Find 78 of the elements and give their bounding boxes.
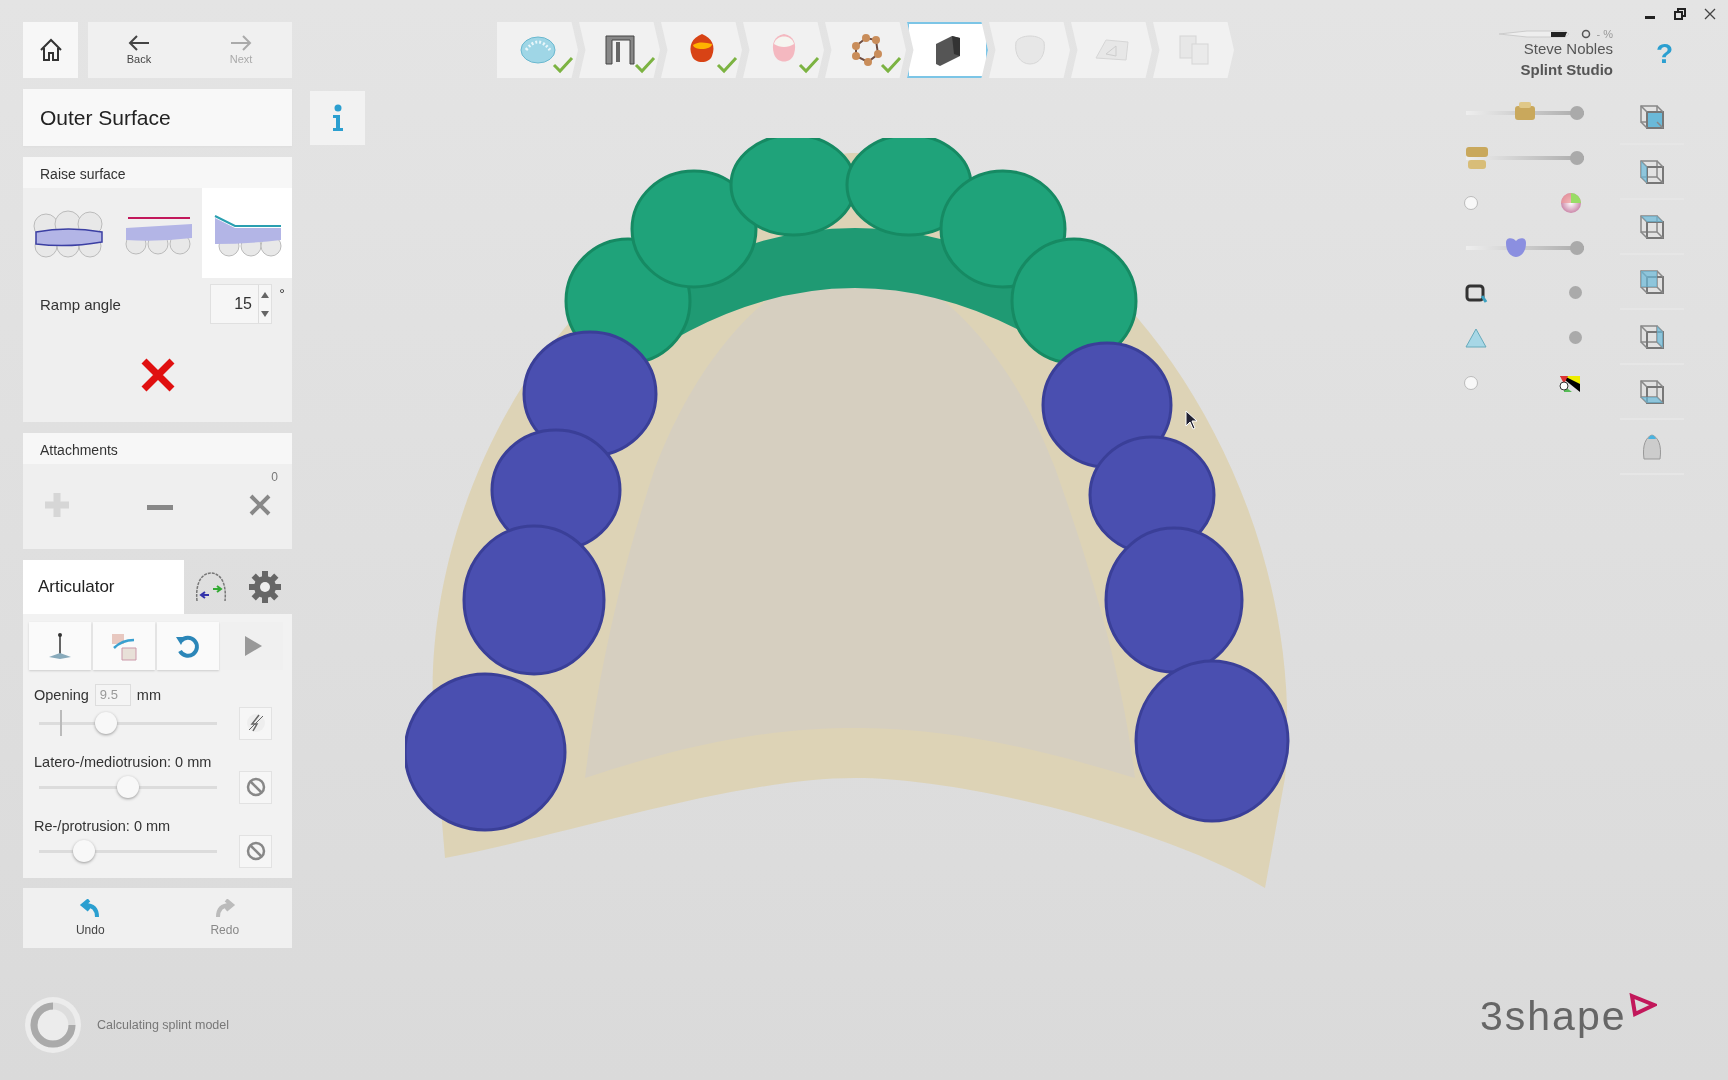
- section-header: Attachments: [23, 433, 292, 464]
- view-cube-icon[interactable]: [1639, 323, 1665, 350]
- mouse-cursor-icon: [1185, 410, 1199, 430]
- panel-title: Outer Surface: [23, 89, 292, 146]
- view-cube-icon[interactable]: [1639, 378, 1665, 405]
- toggle-button[interactable]: [239, 770, 272, 804]
- dot-icon[interactable]: [1569, 331, 1582, 344]
- raise-option[interactable]: [202, 188, 292, 278]
- checkmark-icon: [552, 56, 574, 74]
- slider-label: Re-/protrusion: 0 mm: [34, 818, 171, 834]
- settings-icon[interactable]: [247, 569, 283, 605]
- status-text: Calculating splint model: [97, 1018, 229, 1032]
- user-name: Steve Nobles: [1523, 40, 1613, 57]
- checkmark-icon: [880, 56, 902, 74]
- slider-thumb[interactable]: [1466, 146, 1490, 169]
- left-arrow-icon: [128, 35, 150, 51]
- spin-up-icon: [261, 291, 269, 298]
- tooth-view-icon: [1640, 432, 1664, 461]
- opening-field[interactable]: 9.5: [94, 684, 131, 706]
- view-cube-icon[interactable]: [1639, 268, 1665, 295]
- checkmark-icon: [798, 56, 820, 74]
- tick-mark: [60, 710, 63, 736]
- info-button[interactable]: [310, 90, 365, 145]
- view-cube-icon[interactable]: [1639, 103, 1665, 130]
- view-cube-icon[interactable]: [1639, 158, 1665, 185]
- prohibited-icon: [245, 777, 266, 797]
- close-icon[interactable]: [1704, 8, 1716, 20]
- section-title: Articulator: [23, 560, 184, 614]
- dot-icon[interactable]: [1569, 286, 1582, 299]
- unit-label: mm: [136, 687, 161, 703]
- checkmark-icon: [716, 56, 738, 74]
- field-label: Ramp angle: [40, 295, 122, 313]
- tool-button[interactable]: [93, 622, 155, 670]
- radio-icon[interactable]: [1464, 195, 1478, 210]
- close-icon: [248, 493, 272, 517]
- undo-button[interactable]: Undo: [23, 888, 158, 948]
- brand-logo: 3shape: [1480, 993, 1627, 1040]
- triangle-logo-icon: [1628, 993, 1657, 1017]
- section-header: Raise surface: [23, 157, 292, 188]
- slider-thumb[interactable]: [1503, 236, 1528, 259]
- prohibited-icon: [245, 841, 266, 861]
- slider-thumb[interactable]: [117, 776, 139, 798]
- undo-icon: [79, 899, 102, 917]
- view-cube-icon[interactable]: [1639, 213, 1665, 240]
- toggle-button[interactable]: [239, 834, 272, 868]
- tool-button[interactable]: [29, 622, 91, 670]
- restore-icon[interactable]: [1674, 8, 1686, 20]
- right-arrow-icon: [230, 35, 252, 51]
- help-button[interactable]: ?: [1613, 28, 1716, 78]
- home-button[interactable]: [23, 22, 78, 78]
- spinner-icon: [23, 995, 83, 1055]
- slider-label: Latero-/mediotrusion: 0 mm: [34, 754, 212, 770]
- spin-down-icon: [261, 310, 269, 317]
- ramp-angle-field[interactable]: 15: [210, 284, 272, 324]
- redo-icon: [213, 899, 236, 917]
- crossed-bolt-icon: [244, 712, 267, 734]
- articulator-icon[interactable]: [193, 571, 229, 603]
- product-name: Splint Studio: [1520, 61, 1613, 78]
- circle-icon: [1580, 29, 1591, 39]
- attachment-count: 0: [271, 470, 278, 484]
- minus-icon: [146, 505, 173, 511]
- plus-icon: [43, 491, 71, 519]
- toggle-button[interactable]: [239, 706, 272, 740]
- info-icon: [330, 103, 345, 132]
- field-label: Opening: [34, 687, 89, 703]
- teeth-follow-icon: [31, 208, 104, 258]
- tool-button[interactable]: [157, 622, 219, 670]
- color-wheel-icon[interactable]: [1560, 191, 1582, 214]
- workflow-step[interactable]: [907, 22, 988, 78]
- slider-thumb[interactable]: [73, 840, 96, 862]
- checkmark-icon: [634, 56, 656, 74]
- unit-label: °: [278, 286, 286, 302]
- back-button[interactable]: Back: [88, 22, 190, 78]
- close-icon: [139, 356, 176, 393]
- arch-icon[interactable]: [1464, 326, 1488, 349]
- progress-text: - %: [1596, 28, 1613, 40]
- radio-icon[interactable]: [1464, 375, 1478, 390]
- slider-thumb[interactable]: [95, 712, 118, 734]
